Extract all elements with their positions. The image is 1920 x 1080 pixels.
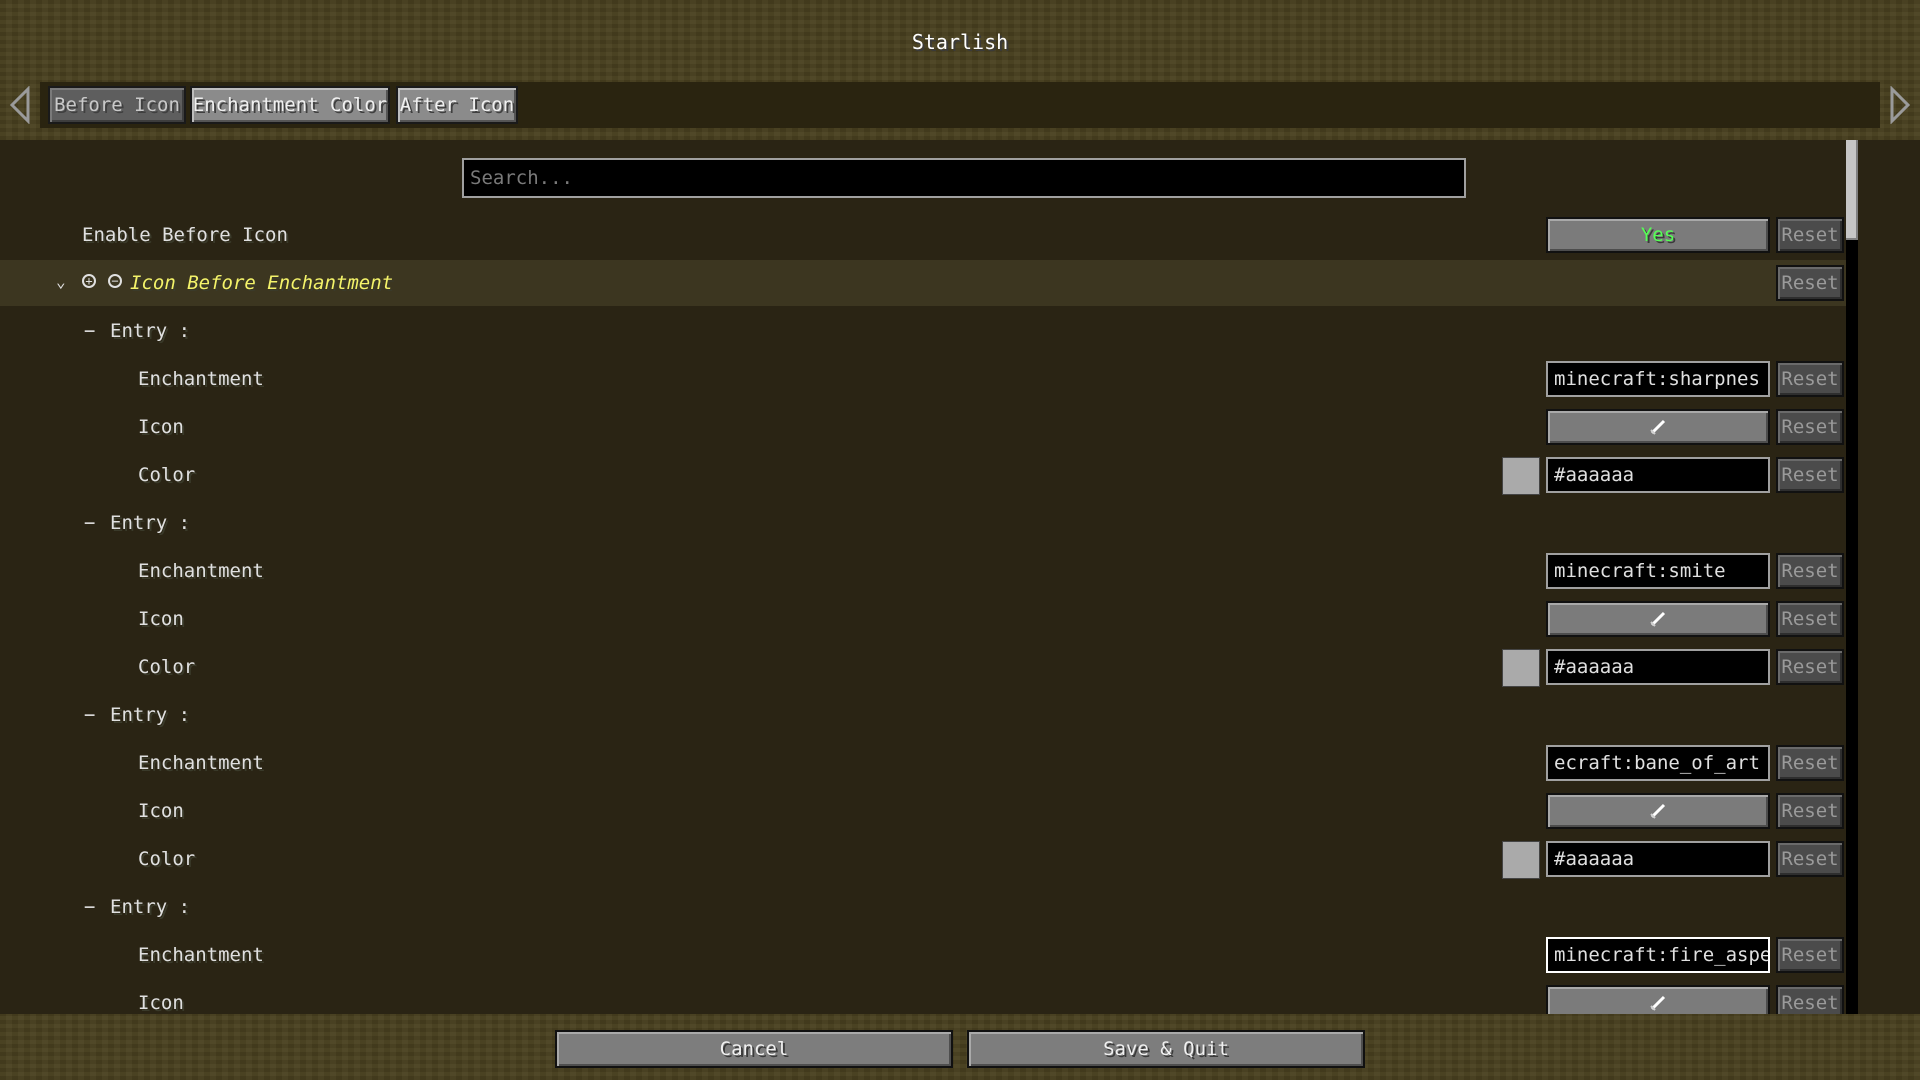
tab-scroll-left-icon[interactable] (6, 84, 34, 126)
entry-icon-row: Icon Reset (0, 788, 1850, 834)
remove-entry-icon[interactable]: − (84, 308, 95, 354)
entry-icon-row: Icon Reset (0, 404, 1850, 450)
entry-color-row: Color #aaaaaa Reset (0, 644, 1850, 690)
field-label: Enchantment (138, 560, 264, 582)
window-title: Starlish (911, 30, 1009, 54)
config-screen: Starlish Before Icon Enchantment Color A… (0, 0, 1920, 1080)
field-label: Enchantment (138, 752, 264, 774)
option-label: Enable Before Icon (82, 224, 288, 246)
entry-enchantment-row: Enchantment minecraft:sharpnes Reset (0, 356, 1850, 402)
enchantment-field[interactable]: minecraft:fire_aspe (1546, 937, 1770, 973)
entry-header: − Entry : (0, 692, 1850, 738)
cancel-button[interactable]: Cancel (555, 1030, 953, 1068)
config-list[interactable]: Search... Enable Before Icon Yes Reset ⌄… (0, 140, 1920, 1014)
header: Starlish Before Icon Enchantment Color A… (0, 0, 1920, 140)
entry-label: Entry : (110, 512, 191, 534)
field-label: Enchantment (138, 368, 264, 390)
entry-color-row: Color #aaaaaa Reset (0, 452, 1850, 498)
scrollbar-track[interactable] (1846, 140, 1858, 1014)
tab-enchantment-color[interactable]: Enchantment Color (190, 86, 390, 124)
tab-scroll-right-icon[interactable] (1886, 84, 1914, 126)
reset-button[interactable]: Reset (1776, 553, 1844, 589)
icon-select-button[interactable] (1546, 409, 1770, 445)
icon-select-button[interactable] (1546, 985, 1770, 1014)
entry-label: Entry : (110, 896, 191, 918)
icon-select-button[interactable] (1546, 793, 1770, 829)
reset-button[interactable]: Reset (1776, 457, 1844, 493)
enchantment-field[interactable]: ecraft:bane_of_art (1546, 745, 1770, 781)
entry-header: − Entry : (0, 308, 1850, 354)
reset-button[interactable]: Reset (1776, 265, 1844, 301)
reset-button[interactable]: Reset (1776, 649, 1844, 685)
field-label: Color (138, 656, 196, 678)
color-swatch (1502, 841, 1540, 879)
field-label: Icon (138, 608, 184, 630)
option-row-enable-before-icon: Enable Before Icon Yes Reset (0, 212, 1850, 258)
reset-button[interactable]: Reset (1776, 985, 1844, 1014)
enchantment-field[interactable]: minecraft:sharpnes (1546, 361, 1770, 397)
sword-icon (1650, 803, 1666, 819)
sword-icon (1650, 419, 1666, 435)
remove-entry-icon[interactable]: − (108, 274, 122, 288)
remove-entry-icon[interactable]: − (84, 500, 95, 546)
reset-button[interactable]: Reset (1776, 361, 1844, 397)
color-swatch (1502, 649, 1540, 687)
color-field[interactable]: #aaaaaa (1546, 457, 1770, 493)
icon-select-button[interactable] (1546, 601, 1770, 637)
add-entry-icon[interactable]: + (82, 274, 96, 288)
entry-icon-row: Icon Reset (0, 980, 1850, 1014)
scrollbar-thumb[interactable] (1846, 140, 1858, 240)
field-label: Icon (138, 800, 184, 822)
remove-entry-icon[interactable]: − (84, 692, 95, 738)
color-field[interactable]: #aaaaaa (1546, 649, 1770, 685)
category-label: Icon Before Enchantment (130, 272, 394, 294)
reset-button[interactable]: Reset (1776, 409, 1844, 445)
field-label: Icon (138, 416, 184, 438)
entry-color-row: Color #aaaaaa Reset (0, 836, 1850, 882)
remove-entry-icon[interactable]: − (84, 884, 95, 930)
reset-button[interactable]: Reset (1776, 601, 1844, 637)
entry-enchantment-row: Enchantment ecraft:bane_of_art Reset (0, 740, 1850, 786)
entry-enchantment-row: Enchantment minecraft:smite Reset (0, 548, 1850, 594)
entry-icon-row: Icon Reset (0, 596, 1850, 642)
sword-icon (1650, 611, 1666, 627)
field-label: Enchantment (138, 944, 264, 966)
reset-button[interactable]: Reset (1776, 217, 1844, 253)
entry-header: − Entry : (0, 500, 1850, 546)
color-swatch (1502, 457, 1540, 495)
category-row-icon-before-enchantment[interactable]: ⌄ + − Icon Before Enchantment Reset (0, 260, 1850, 306)
field-label: Icon (138, 992, 184, 1014)
color-field[interactable]: #aaaaaa (1546, 841, 1770, 877)
save-quit-button[interactable]: Save & Quit (967, 1030, 1365, 1068)
entry-label: Entry : (110, 704, 191, 726)
reset-button[interactable]: Reset (1776, 745, 1844, 781)
tab-before-icon[interactable]: Before Icon (48, 86, 186, 124)
footer: Cancel Save & Quit (0, 1014, 1920, 1080)
sword-icon (1650, 995, 1666, 1011)
entry-label: Entry : (110, 320, 191, 342)
reset-button[interactable]: Reset (1776, 937, 1844, 973)
search-input[interactable]: Search... (462, 158, 1466, 198)
field-label: Color (138, 464, 196, 486)
entry-header: − Entry : (0, 884, 1850, 930)
toggle-button[interactable]: Yes (1546, 217, 1770, 253)
tab-after-icon[interactable]: After Icon (396, 86, 518, 124)
chevron-down-icon[interactable]: ⌄ (56, 272, 70, 292)
entry-enchantment-row: Enchantment minecraft:fire_aspe Reset (0, 932, 1850, 978)
reset-button[interactable]: Reset (1776, 841, 1844, 877)
field-label: Color (138, 848, 196, 870)
enchantment-field[interactable]: minecraft:smite (1546, 553, 1770, 589)
reset-button[interactable]: Reset (1776, 793, 1844, 829)
